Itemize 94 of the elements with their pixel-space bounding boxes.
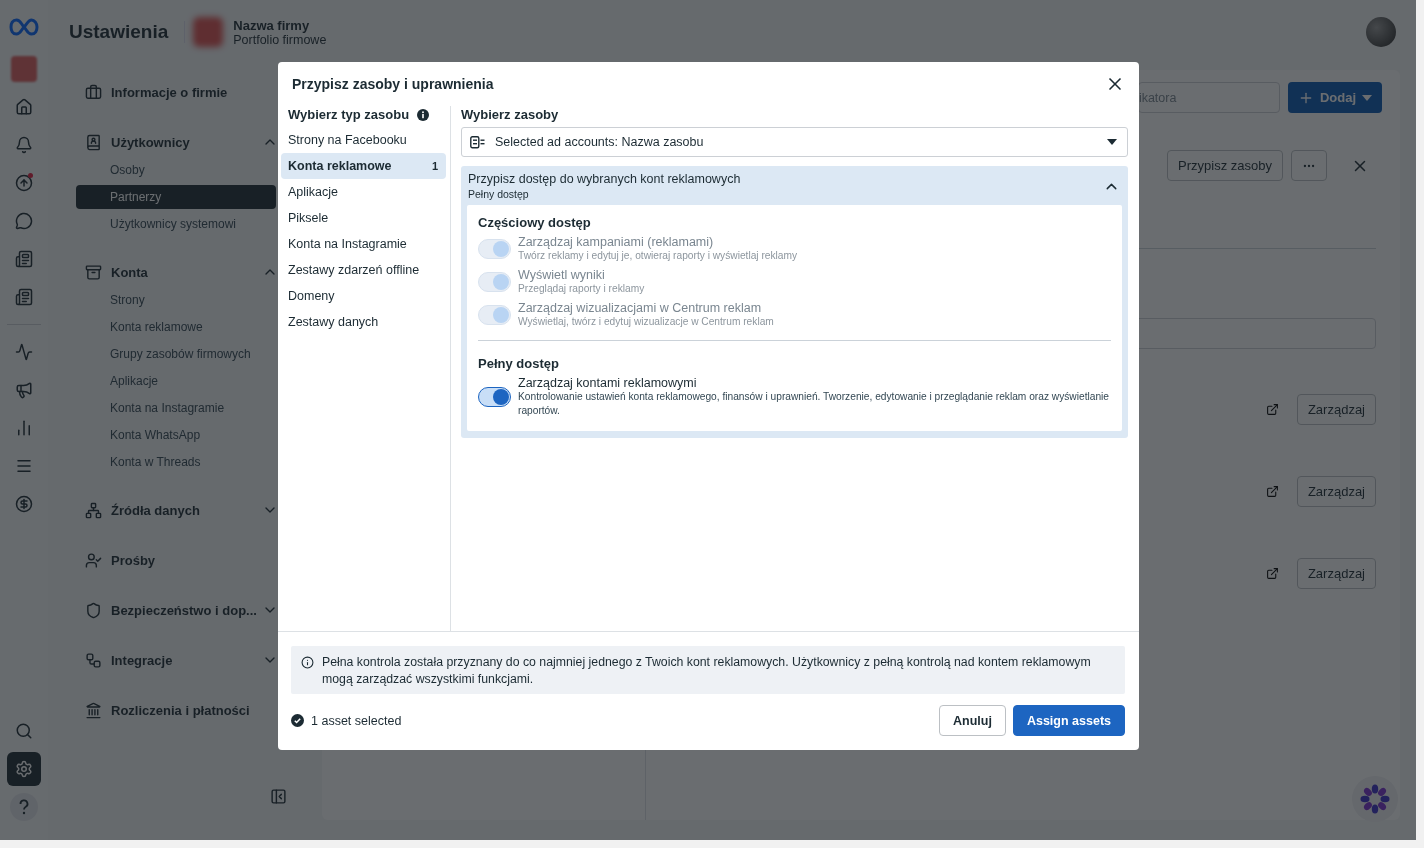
sidebar-section[interactable]: Integracje [111, 652, 173, 668]
assets-dropdown[interactable]: Selected ad accounts: Nazwa zasobu [461, 127, 1128, 157]
collapse-sidebar-icon [270, 788, 287, 805]
permission-description: Twórz reklamy i edytuj je, otwieraj raporty i wyświetlaj reklamy [518, 249, 798, 263]
notice-text: Pełna kontrola została przyznany do co najmniej jednego z Twoich kont reklamowych. Użytkownicy z pełną kontrolą nad kontem reklamowym mogą zarządzać wszystkimi funkcjami. [322, 654, 1092, 688]
permission-label: Zarządzaj wizualizacjami w Centrum reklam [518, 301, 763, 315]
dialog-title: Przypisz zasoby i uprawnienia [292, 76, 494, 92]
asset-type-item[interactable]: Piksele [281, 205, 446, 231]
cancel-button[interactable]: Anuluj [939, 705, 1006, 736]
sidebar-item[interactable]: Strony [76, 288, 276, 312]
megaphone-icon [15, 381, 33, 399]
settings-button[interactable] [7, 752, 41, 786]
sidebar-section[interactable]: Źródła danych [111, 502, 200, 518]
manage-button[interactable]: Zarządzaj [1296, 476, 1376, 507]
sidebar-section[interactable]: Informacje o firmie [111, 84, 228, 100]
sidebar-item[interactable]: Grupy zasobów firmowych [76, 342, 276, 366]
asset-type-item[interactable]: Zestawy danych [281, 309, 446, 335]
caret-down-icon [1362, 94, 1372, 101]
check-circle-icon [291, 714, 304, 727]
list-icon [470, 135, 485, 149]
sidebar-item[interactable]: Konta reklamowe [76, 315, 276, 339]
dollar-icon [15, 495, 33, 513]
sidebar-section[interactable]: Bezpieczeństwo i dop... [111, 602, 257, 618]
business-subtitle: Portfolio firmowe [233, 32, 327, 47]
external-link-icon [1265, 403, 1279, 416]
bank-icon [85, 701, 102, 719]
user-avatar[interactable] [1366, 17, 1396, 47]
asset-type-item[interactable]: Strony na Facebooku [281, 127, 446, 153]
contact-book-icon [85, 133, 102, 151]
sidebar-item[interactable]: Konta w Threads [76, 450, 276, 474]
permission-label: Wyświetl wyniki [518, 268, 606, 282]
asset-type-item[interactable]: Konta na Instagramie [281, 231, 446, 257]
asset-type-item[interactable]: Konta reklamowe 1 [281, 153, 446, 179]
sidebar-item[interactable]: Aplikacje [76, 369, 276, 393]
network-icon [85, 501, 102, 519]
sidebar-item[interactable]: Partnerzy [76, 185, 276, 209]
shield-icon [85, 601, 102, 619]
section-heading: Wybierz zasoby [461, 107, 559, 122]
home-icon [15, 98, 33, 116]
asset-type-item[interactable]: Domeny [281, 283, 446, 309]
archive-icon [85, 263, 102, 281]
sidebar-section[interactable]: Użytkownicy [111, 134, 190, 150]
sidebar-item[interactable]: Osoby [76, 158, 276, 182]
briefcase-icon [85, 83, 102, 101]
bar-chart-icon [15, 419, 33, 437]
count-label: 1 [431, 160, 438, 172]
caret-down-icon [1107, 139, 1117, 145]
business-name: Nazwa firmy [233, 17, 311, 33]
workflow-icon [85, 651, 102, 669]
newspaper-icon [15, 250, 33, 268]
sidebar-item[interactable]: Konta na Instagramie [76, 396, 276, 420]
page-title: Ustawienia [69, 21, 186, 43]
help-icon [10, 793, 38, 821]
permission-description: Przeglądaj raporty i reklamy [518, 282, 645, 296]
panel-title: Przypisz dostęp do wybranych kont reklamowych [468, 172, 741, 186]
asset-type-item[interactable]: Zestawy zdarzeń offline [281, 257, 446, 283]
sidebar-item[interactable]: Konta WhatsApp [76, 423, 276, 447]
toggle-switch[interactable] [478, 387, 511, 407]
group-title: Częściowy dostęp [478, 215, 592, 230]
newspaper-icon [15, 288, 33, 306]
permission-label: Zarządzaj kontami reklamowymi [518, 376, 698, 390]
sidebar-item[interactable]: Użytkownicy systemowi [76, 212, 276, 236]
infinity-logo[interactable] [9, 18, 39, 36]
panel-subtitle: Pełny dostęp [468, 188, 530, 200]
arrow-circle-icon [15, 174, 33, 192]
sidebar-section[interactable]: Prośby [111, 552, 156, 568]
info-icon [417, 108, 430, 121]
external-link-icon [1265, 485, 1279, 498]
asset-type-item[interactable]: Aplikacje [281, 179, 446, 205]
permission-description: Wyświetlaj, twórz i edytuj wizualizacje w Centrum reklam [518, 315, 774, 329]
group-title: Pełny dostęp [478, 356, 560, 371]
info-icon [301, 656, 314, 669]
permission-label: Zarządzaj kampaniami (reklamami) [518, 235, 715, 249]
chat-icon [15, 212, 33, 230]
manage-button[interactable]: Zarządzaj [1296, 558, 1376, 589]
search-icon [15, 722, 33, 740]
gear-icon [15, 760, 33, 778]
business-logo [193, 17, 224, 47]
notification-dot [28, 173, 33, 178]
add-button[interactable]: Dodaj [1287, 82, 1382, 113]
sidebar-section[interactable]: Rozliczenia i płatności [111, 702, 250, 718]
sidebar-section[interactable]: Konta [111, 264, 148, 280]
help-button[interactable] [7, 790, 41, 824]
manage-button[interactable]: Zarządzaj [1296, 394, 1376, 425]
activity-icon [15, 343, 33, 361]
assign-resources-button[interactable]: Przypisz zasoby [1167, 150, 1283, 181]
selection-count: 1 asset selected [311, 713, 403, 728]
menu-icon [15, 457, 33, 475]
external-link-icon [1265, 567, 1279, 580]
permission-description: Kontrolowanie ustawień konta reklamowego, finansów i uprawnień. Tworzenie, edytowanie i przeglądanie reklam oraz wyświetlanie raportów. [518, 390, 1110, 418]
bell-icon [15, 136, 33, 154]
user-check-icon [85, 551, 102, 569]
primary-button[interactable]: Assign assets [1012, 705, 1125, 736]
section-heading: Wybierz typ zasobu [288, 107, 410, 122]
